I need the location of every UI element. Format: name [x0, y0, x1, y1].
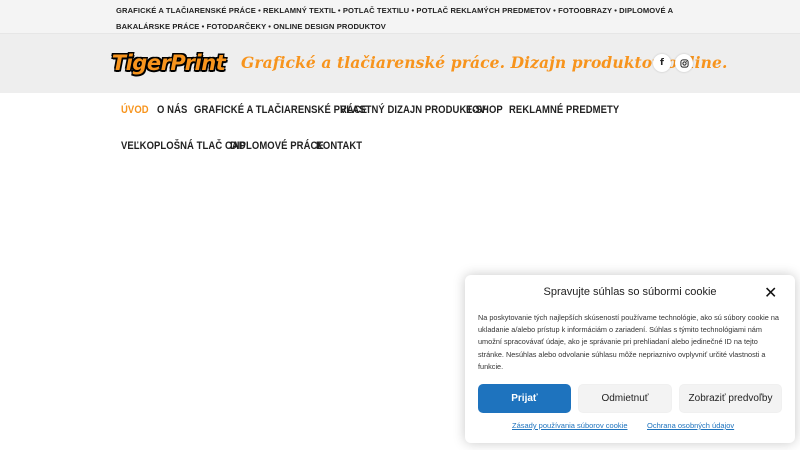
logo-text: TigerPrint	[111, 51, 226, 75]
cookie-dialog-text: Na poskytovanie tých najlepších skúsenos…	[478, 313, 779, 371]
instagram-glyph	[679, 58, 689, 68]
nav-item-velkoplosna-tlac[interactable]: VEĽKOPLOŠNÁ TLAČ CAD	[121, 140, 246, 152]
nav-item-vlastny-dizajn[interactable]: VLASTNÝ DIZAJN PRODUKTOV	[340, 104, 486, 116]
facebook-icon[interactable]: f	[653, 54, 671, 72]
nav-item-o-nas[interactable]: O NÁS	[157, 104, 187, 116]
instagram-icon[interactable]	[675, 54, 693, 72]
site-logo[interactable]: TigerPrint	[107, 48, 230, 78]
nav-item-uvod[interactable]: ÚVOD	[121, 104, 149, 116]
nav-item-e-shop[interactable]: E-SHOP	[466, 104, 503, 116]
deny-button[interactable]: Odmietnuť	[578, 384, 672, 413]
nav-item-reklamne-predmety[interactable]: REKLAMNÉ PREDMETY	[509, 104, 619, 116]
nav-item-kontakt[interactable]: KONTAKT	[316, 140, 362, 152]
privacy-policy-link[interactable]: Ochrana osobných údajov	[647, 421, 734, 430]
close-icon[interactable]: ✕	[764, 283, 777, 302]
accept-button[interactable]: Prijať	[478, 384, 571, 413]
top-links-bar: GRAFICKÉ A TLAČIARENSKÉ PRÁCE • REKLAMNÝ…	[0, 0, 800, 34]
top-links-text[interactable]: GRAFICKÉ A TLAČIARENSKÉ PRÁCE • REKLAMNÝ…	[116, 3, 676, 35]
cookie-policy-link[interactable]: Zásady používania súborov cookie	[512, 421, 628, 430]
nav-item-diplomove-prace[interactable]: DIPLOMOVÉ PRÁCE	[230, 140, 324, 152]
preferences-button[interactable]: Zobraziť predvoľby	[679, 384, 782, 413]
site-header: TigerPrint Grafické a tlačiarenské práce…	[0, 34, 800, 93]
cookie-dialog-title: Spravujte súhlas so súbormi cookie	[543, 286, 717, 298]
cookie-consent-dialog: Spravujte súhlas so súbormi cookie ✕ Na …	[465, 275, 795, 443]
